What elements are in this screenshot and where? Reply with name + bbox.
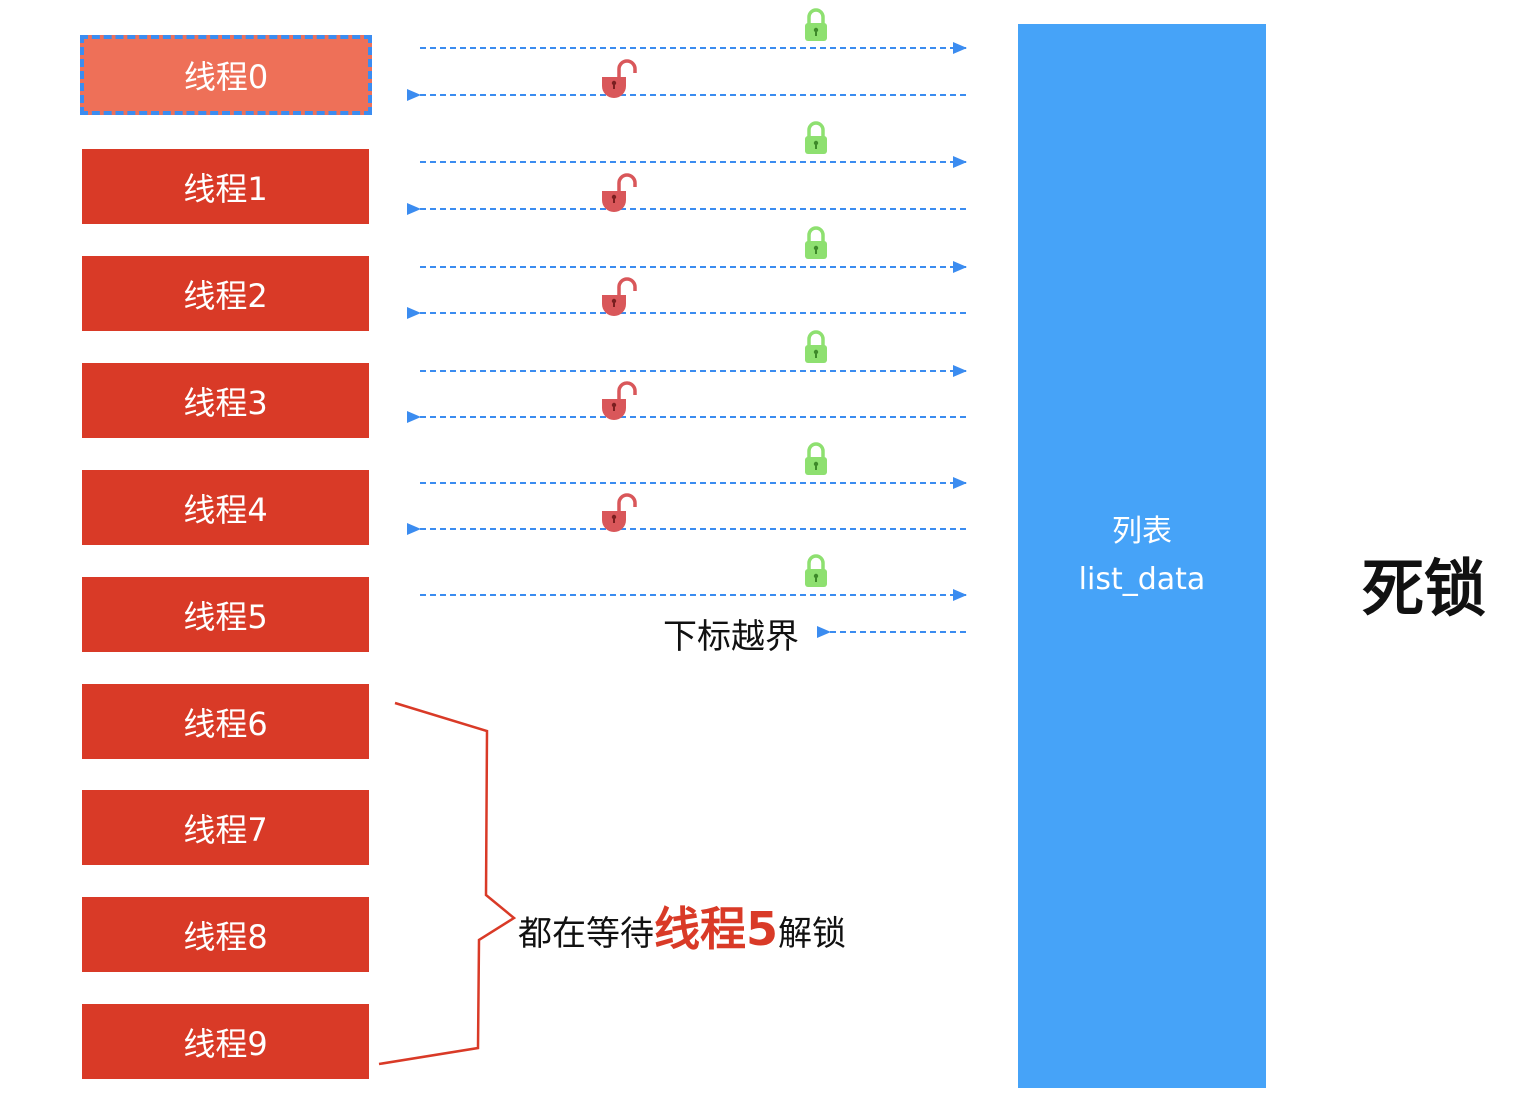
lock-open-icon (600, 381, 637, 422)
waiting-note: 都在等待线程5解锁 (518, 893, 846, 959)
lock-closed-icon (803, 121, 829, 156)
lock-closed-icon (803, 8, 829, 43)
lock-open-icon (600, 59, 637, 100)
waiting-brace (378, 701, 517, 1066)
waiting-note-suffix: 解锁 (778, 914, 847, 954)
deadlock-label: 死锁 (1362, 552, 1487, 625)
lock-closed-icon (803, 442, 829, 477)
lock-closed-icon (803, 226, 829, 261)
lock-open-icon (600, 493, 637, 534)
lock-open-icon (600, 277, 637, 318)
waiting-note-prefix: 都在等待 (518, 914, 654, 954)
lock-open-icon (600, 173, 637, 214)
waiting-note-highlight: 线程5 (654, 902, 779, 956)
lock-closed-icon (803, 330, 829, 365)
lock-closed-icon (803, 554, 829, 589)
out-of-bounds-label: 下标越界 (663, 617, 799, 657)
